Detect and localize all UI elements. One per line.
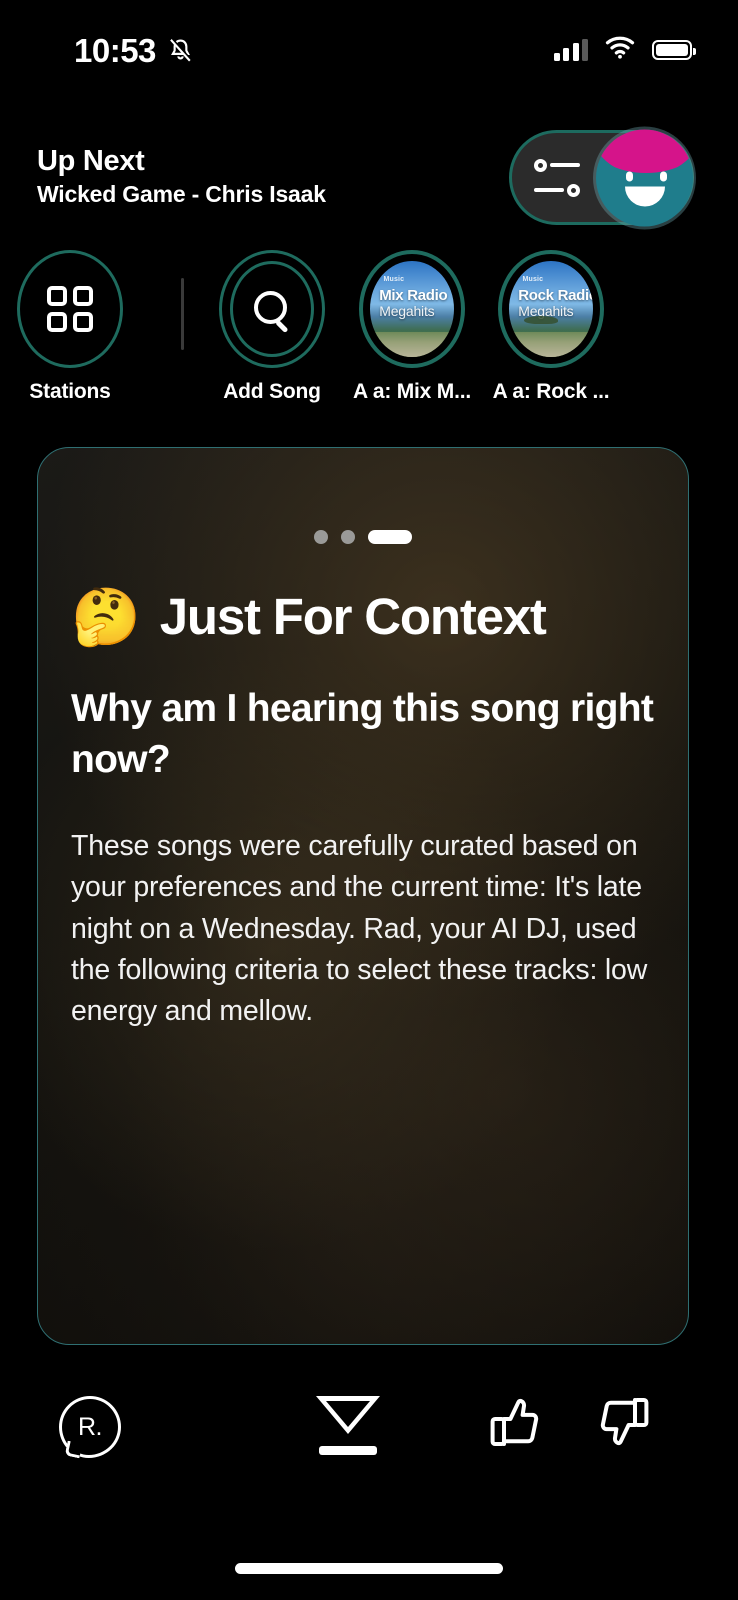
dj-avatar-icon[interactable]	[596, 129, 693, 226]
context-card[interactable]: 🤔 Just For Context Why am I hearing this…	[37, 447, 689, 1345]
card-title: Just For Context	[159, 588, 547, 645]
thumbs-down-icon[interactable]	[598, 1396, 650, 1448]
artwork-wordmark: Music	[522, 276, 544, 284]
thumbs-down-button[interactable]	[598, 1396, 650, 1448]
quick-action-label: A a: Mix M...	[353, 380, 471, 403]
wifi-icon	[605, 36, 635, 64]
stations-ring[interactable]	[17, 250, 123, 368]
thumbs-up-icon[interactable]	[489, 1396, 541, 1448]
up-next-header: Up Next Wicked Game - Chris Isaak	[0, 125, 738, 230]
pager-dot-active[interactable]	[368, 530, 412, 544]
artwork-wordmark: Music	[383, 276, 405, 284]
thinking-face-icon: 🤔	[71, 584, 141, 648]
dj-settings-pill[interactable]	[509, 129, 694, 226]
pager-dot[interactable]	[341, 530, 355, 544]
status-bar: 10:53	[0, 0, 738, 100]
quick-actions-divider	[181, 278, 184, 350]
mix-radio-artwork: Music Mix Radio Megahits	[370, 261, 454, 357]
quick-actions-row: Add Song Music Mix Radio Megahits A a: M…	[0, 250, 738, 415]
bottom-toolbar: R.	[0, 1396, 738, 1486]
collapse-down-icon[interactable]	[310, 1396, 386, 1455]
rad-label: R.	[78, 1412, 103, 1441]
status-bar-clock: 10:53	[74, 31, 156, 69]
quick-action-mix-radio[interactable]: Music Mix Radio Megahits A a: Mix M...	[342, 250, 482, 404]
status-bar-right	[553, 36, 696, 64]
context-card-content: 🤔 Just For Context Why am I hearing this…	[38, 448, 688, 1344]
card-question: Why am I hearing this song right now?	[71, 687, 654, 782]
up-next-track: Wicked Game - Chris Isaak	[37, 180, 326, 207]
up-next-title: Up Next	[37, 145, 145, 178]
artwork-line1: Mix Radio	[379, 286, 448, 304]
card-title-row: 🤔 Just For Context	[71, 587, 655, 646]
rock-radio-ring[interactable]: Music Rock Radio Megahits	[498, 250, 604, 368]
battery-full-icon	[652, 40, 696, 60]
quick-action-label: Stations	[29, 380, 111, 403]
mix-radio-ring[interactable]: Music Mix Radio Megahits	[359, 250, 465, 368]
quick-action-label: Add Song	[223, 380, 321, 403]
cellular-signal-icon	[553, 39, 588, 61]
up-next-text-block: Up Next Wicked Game - Chris Isaak	[37, 145, 326, 209]
collapse-card-button[interactable]	[310, 1396, 386, 1455]
add-song-ring[interactable]	[219, 250, 325, 368]
sliders-icon[interactable]	[512, 158, 602, 197]
quick-action-add-song[interactable]: Add Song	[202, 250, 342, 404]
rad-dj-button[interactable]: R.	[59, 1396, 121, 1458]
pager-dot[interactable]	[314, 530, 328, 544]
thumbs-up-button[interactable]	[489, 1396, 541, 1448]
status-bar-left: 10:53	[74, 34, 194, 67]
quick-action-stations[interactable]: Stations	[0, 250, 140, 404]
app-screen: 10:53 Up Next Wicked Game - Chris Isaak …	[0, 0, 738, 1600]
rad-speech-bubble-icon[interactable]: R.	[59, 1396, 121, 1458]
card-body-text: These songs were carefully curated based…	[71, 829, 648, 1028]
rock-radio-artwork: Music Rock Radio Megahits	[509, 261, 593, 357]
quick-action-label: A a: Rock ...	[492, 380, 610, 403]
search-icon	[252, 289, 292, 329]
grid-icon	[47, 286, 93, 332]
quick-action-rock-radio[interactable]: Music Rock Radio Megahits A a: Rock ...	[481, 250, 621, 404]
artwork-line1: Rock Radio	[518, 286, 593, 304]
bell-muted-icon	[167, 36, 194, 65]
home-indicator[interactable]	[235, 1563, 503, 1574]
card-pager[interactable]	[71, 448, 655, 544]
artwork-line2: Megahits	[379, 303, 435, 320]
